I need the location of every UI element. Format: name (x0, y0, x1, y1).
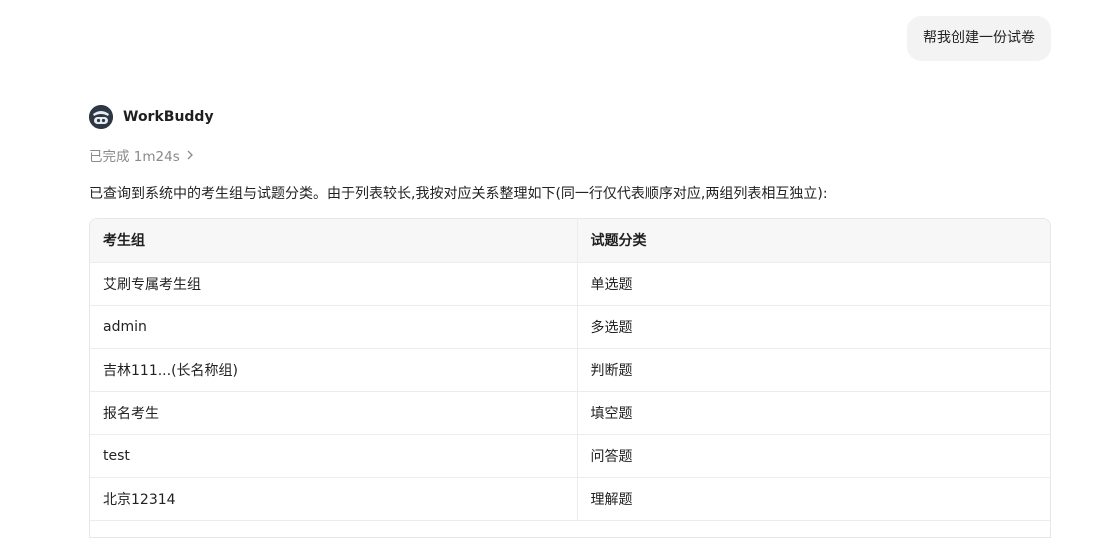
table-cell: 问答题 (577, 434, 1050, 478)
table-cell: admin (90, 305, 578, 349)
agent-header: WorkBuddy (89, 105, 214, 129)
result-table: 考生组 试题分类 艾刷专属考生组 单选题 admin 多选题 吉林111...(… (90, 219, 1050, 521)
user-message-bubble: 帮我创建一份试卷 (907, 16, 1051, 61)
table-cell: 吉林111...(长名称组) (90, 348, 578, 392)
table-cell: 理解题 (577, 477, 1050, 521)
agent-name: WorkBuddy (123, 109, 214, 125)
table-cell: 填空题 (577, 391, 1050, 435)
status-text: 已完成 1m24s (89, 149, 180, 165)
robot-avatar-icon (89, 105, 113, 129)
table-row: admin 多选题 (90, 305, 1050, 349)
table-row: 北京12314 理解题 (90, 477, 1050, 521)
table-row: 吉林111...(长名称组) 判断题 (90, 348, 1050, 392)
column-header-question-category: 试题分类 (577, 219, 1050, 263)
table-cell: 多选题 (577, 305, 1050, 349)
table-cell: test (90, 434, 578, 478)
table-header-row: 考生组 试题分类 (90, 219, 1050, 263)
column-header-exam-group: 考生组 (90, 219, 578, 263)
table-cell: 判断题 (577, 348, 1050, 392)
table-cell: 报名考生 (90, 391, 578, 435)
table-row: 报名考生 填空题 (90, 391, 1050, 435)
table-cell: 艾刷专属考生组 (90, 262, 578, 306)
summary-text: 已查询到系统中的考生组与试题分类。由于列表较长,我按对应关系整理如下(同一行仅代… (89, 186, 828, 202)
table-cell: 北京12314 (90, 477, 578, 521)
chevron-right-icon (186, 150, 194, 160)
status-toggle[interactable]: 已完成 1m24s (89, 146, 194, 165)
result-table-container: 考生组 试题分类 艾刷专属考生组 单选题 admin 多选题 吉林111...(… (89, 218, 1051, 538)
table-row: test 问答题 (90, 434, 1050, 478)
table-cell: 单选题 (577, 262, 1050, 306)
user-message-text: 帮我创建一份试卷 (923, 30, 1035, 46)
table-row: 艾刷专属考生组 单选题 (90, 262, 1050, 306)
